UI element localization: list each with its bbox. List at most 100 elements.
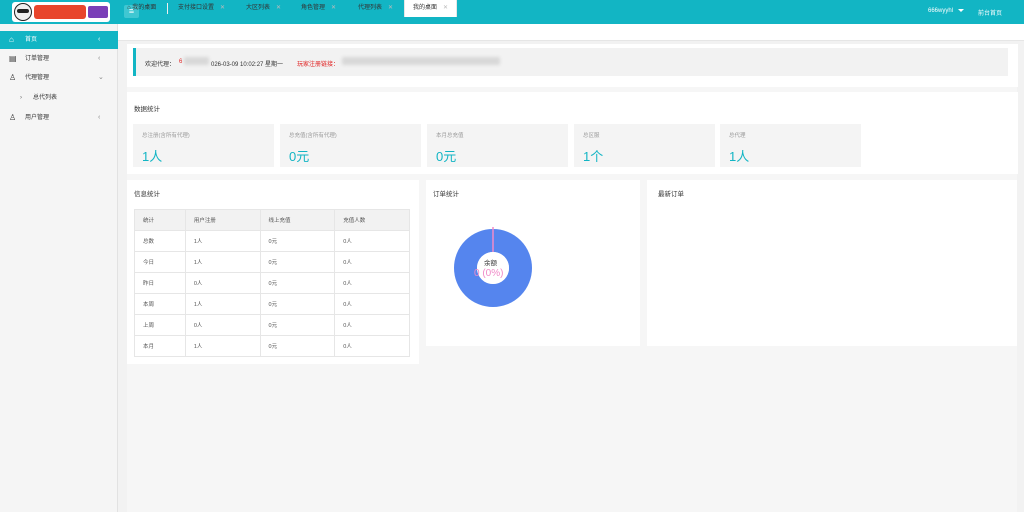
table-cell: 0元 [259, 314, 336, 336]
welcome-bar: 欢迎代理： 6 026-03-09 10:02:27 星期一 玩家注册链接： [133, 48, 1008, 76]
table-cell: 0人 [334, 230, 410, 252]
redacted-register-link[interactable] [342, 57, 500, 65]
latest-orders-title: 最新订单 [658, 191, 684, 198]
tab-label: 支付接口设置 [178, 5, 215, 11]
sidebar-item-agent-list[interactable]: › 总代列表 [0, 89, 118, 107]
user-icon: ♙ [9, 113, 17, 122]
order-stats-title: 订单统计 [433, 191, 459, 198]
welcome-datetime: 026-03-09 10:02:27 星期一 [211, 62, 284, 68]
stat-value: 0元 [289, 149, 310, 164]
sidebar-item-home[interactable]: ⌂ 首页 ‹ [0, 31, 118, 49]
order-icon: ▤ [9, 54, 17, 63]
table-cell: 上周 [134, 314, 186, 336]
table-cell: 本月 [134, 335, 186, 357]
table-row: 总数 1人 0元 0人 [134, 230, 410, 252]
stat-card-total-agents: 总代理 1人 [720, 124, 861, 167]
close-icon[interactable]: ✕ [443, 5, 448, 11]
welcome-prefix: 欢迎代理： [145, 62, 176, 68]
table-row: 本周 1人 0元 0人 [134, 293, 410, 315]
tab-agent-list[interactable]: 代理列表 ✕ [350, 0, 401, 17]
tab-region-list[interactable]: 大区列表 ✕ [238, 0, 289, 17]
table-cell: 0元 [259, 272, 336, 294]
logo-text [34, 5, 86, 19]
table-cell: 0人 [184, 314, 261, 336]
sidebar-item-orders[interactable]: ▤ 订单管理 ‹ [0, 50, 118, 68]
close-icon[interactable]: ✕ [388, 5, 393, 11]
info-stats-title: 信息统计 [134, 191, 160, 198]
front-home-link[interactable]: 前台首页 [978, 8, 1002, 17]
tab-my-desktop[interactable]: ⌂ 我的桌面 [119, 0, 164, 17]
table-row: 上周 0人 0元 0人 [134, 314, 410, 336]
tab-label: 代理列表 [358, 5, 383, 11]
table-cell: 总数 [134, 230, 186, 252]
stat-label: 本月总充值 [436, 133, 464, 139]
chevron-down-icon: ⌄ [98, 74, 104, 81]
table-cell: 0人 [334, 335, 410, 357]
caret-down-icon[interactable] [958, 9, 964, 12]
chevron-left-icon: ‹ [98, 36, 101, 43]
table-cell: 0人 [334, 251, 410, 273]
sidebar-item-label: 总代列表 [33, 95, 58, 101]
sidebar-item-label: 代理管理 [25, 75, 50, 81]
stat-card-month-recharge: 本月总充值 0元 [427, 124, 568, 167]
stat-value: 1个 [583, 149, 604, 164]
table-cell: 1人 [184, 335, 261, 357]
home-icon: ⌂ [9, 35, 14, 44]
table-cell: 0人 [334, 293, 410, 315]
table-cell: 1人 [184, 293, 261, 315]
table-row: 昨日 0人 0元 0人 [134, 272, 410, 294]
tab-role-management[interactable]: 角色管理 ✕ [293, 0, 344, 17]
stat-value: 0元 [436, 149, 457, 164]
tab-label: 大区列表 [246, 5, 271, 11]
table-cell: 0人 [334, 272, 410, 294]
stat-value: 1人 [729, 149, 750, 164]
data-stats-title: 数据统计 [134, 106, 160, 113]
tab-payment-settings[interactable]: 支付接口设置 ✕ [170, 0, 233, 17]
stat-card-total-recharge: 总充值(含所有代理) 0元 [280, 124, 421, 167]
close-icon[interactable]: ✕ [220, 5, 225, 11]
table-cell: 1人 [184, 251, 261, 273]
table-cell: 昨日 [134, 272, 186, 294]
redacted-name [184, 57, 209, 65]
tab-label: 我的桌面 [413, 5, 438, 11]
table-cell: 0元 [259, 230, 336, 252]
chevron-left-icon: ‹ [98, 114, 101, 121]
table-cell: 1人 [184, 230, 261, 252]
sidebar-item-label: 首页 [25, 37, 38, 43]
column-header: 充值人数 [334, 209, 410, 231]
column-header: 统计 [134, 209, 186, 231]
tab-label: 我的桌面 [132, 5, 157, 11]
column-header: 用户注册 [184, 209, 261, 231]
stat-label: 总充值(含所有代理) [289, 133, 337, 139]
logo[interactable] [12, 2, 110, 22]
username-dropdown[interactable]: 666wyyhl [928, 8, 953, 14]
latest-orders-panel [647, 180, 1017, 346]
agent-name: 6 [179, 59, 183, 65]
stat-label: 总区服 [583, 133, 600, 139]
chevron-left-icon: ‹ [98, 55, 101, 62]
donut-center-label: 余额 [484, 260, 497, 267]
tab-label: 角色管理 [301, 5, 326, 11]
agent-icon: ♙ [9, 73, 17, 82]
stat-card-total-registered: 总注册(含所有代理) 1人 [133, 124, 274, 167]
sidebar-item-label: 订单管理 [25, 56, 50, 62]
donut-center-value: 0 (0%) [474, 268, 504, 279]
sidebar-item-agents[interactable]: ♙ 代理管理 ⌄ [0, 69, 118, 87]
close-icon[interactable]: ✕ [331, 5, 336, 11]
tab-my-desktop-current[interactable]: 我的桌面 ✕ [404, 0, 458, 17]
close-icon[interactable]: ✕ [276, 5, 281, 11]
table-row: 本月 1人 0元 0人 [134, 335, 410, 357]
table-cell: 今日 [134, 251, 186, 273]
table-header-row: 统计 用户注册 线上充值 充值人数 [134, 209, 410, 231]
stat-value: 1人 [142, 149, 163, 164]
info-stats-table: 统计 用户注册 线上充值 充值人数 总数 1人 0元 0人 今日 1人 0元 0… [134, 209, 410, 357]
sidebar-item-users[interactable]: ♙ 用户管理 ‹ [0, 109, 118, 127]
table-cell: 本周 [134, 293, 186, 315]
sidebar-item-label: 用户管理 [25, 115, 50, 121]
column-header: 线上充值 [259, 209, 336, 231]
table-cell: 0元 [259, 335, 336, 357]
table-cell: 0人 [184, 272, 261, 294]
stat-label: 总代理 [729, 133, 746, 139]
tab-divider [167, 3, 168, 14]
table-cell: 0元 [259, 251, 336, 273]
